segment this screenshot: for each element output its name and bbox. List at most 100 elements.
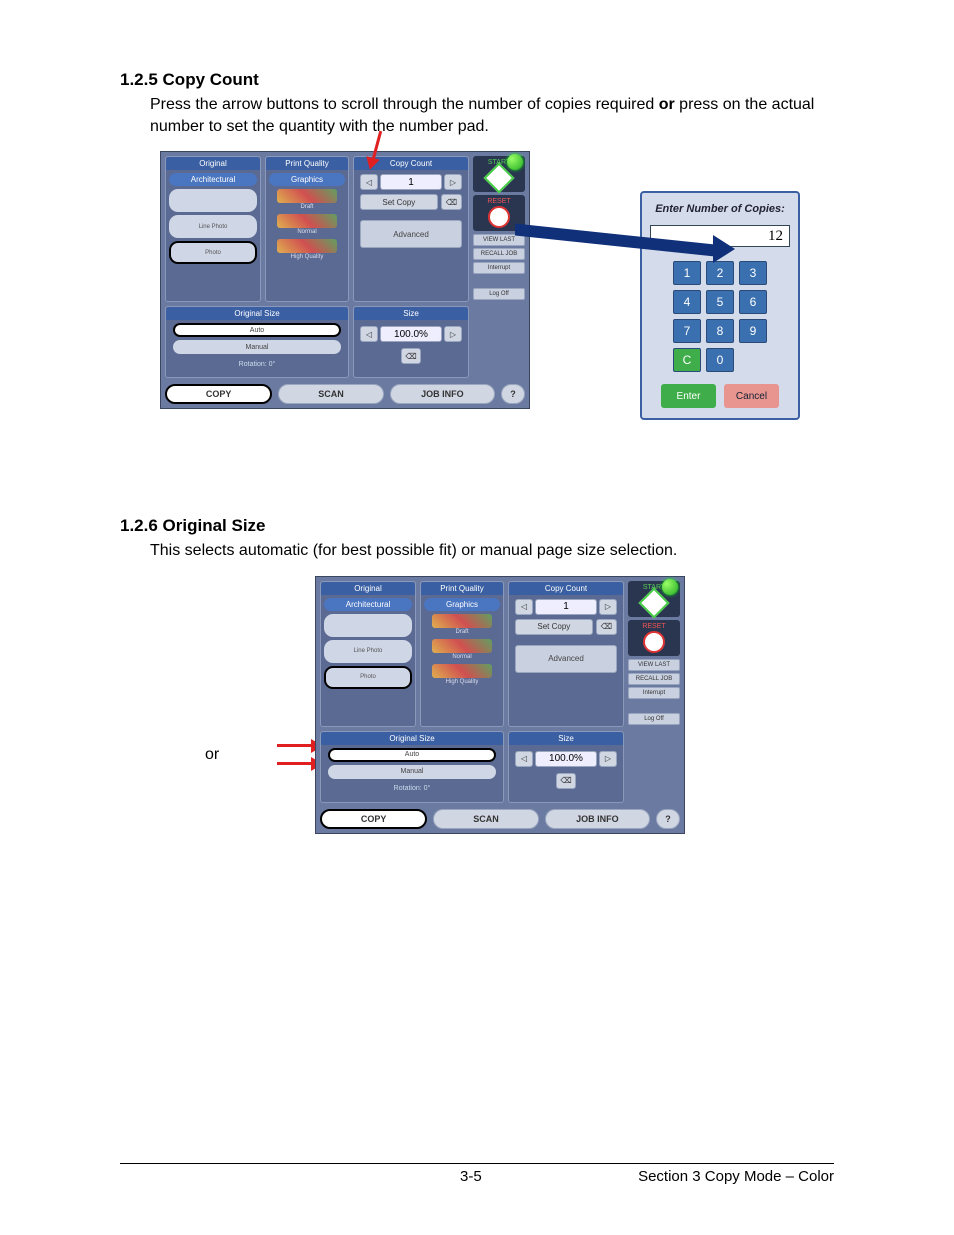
panel2-set-copy-clear[interactable]: ⌫ (596, 619, 617, 635)
original-thumb-3[interactable]: Photo (169, 241, 257, 264)
body-copy-count-pre: Press the arrow buttons to scroll throug… (150, 96, 659, 113)
size-decrement-button[interactable]: ◁ (360, 326, 378, 342)
panel2-view-last[interactable]: VIEW LAST (628, 659, 680, 671)
quality-normal[interactable]: Normal (269, 214, 345, 236)
tab-job-info[interactable]: JOB INFO (390, 384, 495, 404)
panel2-set-copy[interactable]: Set Copy (515, 619, 593, 635)
original-header: Original (166, 157, 260, 170)
body-copy-count-bold: or (659, 96, 675, 113)
panel2-size-dec[interactable]: ◁ (515, 751, 533, 767)
tab-copy[interactable]: COPY (165, 384, 272, 404)
panel2-osize-rotation: Rotation: 0° (328, 782, 496, 796)
set-copy-clear-button[interactable]: ⌫ (441, 194, 462, 210)
panel-original-size: Original Size Auto Manual Rotation: 0° (165, 306, 349, 378)
body-original-size: This selects automatic (for best possibl… (150, 540, 834, 562)
panel2-size: Size ◁ 100.0% ▷ ⌫ (508, 731, 624, 803)
panel2-size-value[interactable]: 100.0% (535, 751, 597, 767)
panel2-count-inc[interactable]: ▷ (599, 599, 617, 615)
panel2-reset-button[interactable]: RESET (628, 620, 680, 656)
numpad-key-0[interactable]: 0 (706, 348, 734, 372)
count-decrement-button[interactable]: ◁ (360, 174, 378, 190)
interrupt-button[interactable]: Interrupt (473, 262, 525, 274)
panel2-orig-thumb-1[interactable] (324, 614, 412, 637)
panel2-orig-thumb-2[interactable]: Line Photo (324, 640, 412, 663)
touchpanel-2: Original Architectural Line Photo Photo … (315, 576, 685, 834)
osize-header: Original Size (166, 307, 348, 320)
numpad-key-2[interactable]: 2 (706, 261, 734, 285)
panel2-osize-auto[interactable]: Auto (328, 748, 496, 762)
advanced-button[interactable]: Advanced (360, 220, 462, 248)
numpad-key-clear[interactable]: C (673, 348, 701, 372)
panel2-size-clear[interactable]: ⌫ (556, 773, 576, 789)
size-clear-button[interactable]: ⌫ (401, 348, 421, 364)
original-subtab[interactable]: Architectural (169, 173, 257, 186)
numpad-display[interactable]: 12 (650, 225, 790, 247)
body-copy-count: Press the arrow buttons to scroll throug… (150, 94, 834, 137)
quality-header: Print Quality (266, 157, 348, 170)
numpad-title: Enter Number of Copies: (650, 203, 790, 215)
footer-page: 3-5 (460, 1168, 482, 1185)
panel2-help[interactable]: ? (656, 809, 680, 829)
count-value[interactable]: 1 (380, 174, 442, 190)
numpad-key-1[interactable]: 1 (673, 261, 701, 285)
osize-rotation-label: Rotation: 0° (173, 357, 341, 371)
panel2-count-value[interactable]: 1 (535, 599, 597, 615)
panel2-orig-thumb-3[interactable]: Photo (324, 666, 412, 689)
numpad-enter-button[interactable]: Enter (661, 384, 716, 408)
help-button[interactable]: ? (501, 384, 525, 404)
tab-scan[interactable]: SCAN (278, 384, 383, 404)
osize-manual-button[interactable]: Manual (173, 340, 341, 354)
set-copy-button[interactable]: Set Copy (360, 194, 438, 210)
numpad-key-5[interactable]: 5 (706, 290, 734, 314)
touchpanel-1: Original Architectural Line Photo Photo … (160, 151, 530, 409)
panel2-copy-count: Copy Count ◁ 1 ▷ Set Copy ⌫ Advanced (508, 581, 624, 727)
numpad-key-4[interactable]: 4 (673, 290, 701, 314)
status-orb-icon-2 (662, 579, 678, 595)
recall-job-button[interactable]: RECALL JOB (473, 248, 525, 260)
size-value[interactable]: 100.0% (380, 326, 442, 342)
view-last-button[interactable]: VIEW LAST (473, 234, 525, 246)
count-increment-button[interactable]: ▷ (444, 174, 462, 190)
panel-size: Size ◁ 100.0% ▷ ⌫ (353, 306, 469, 378)
original-thumb-1[interactable] (169, 189, 257, 212)
panel2-interrupt[interactable]: Interrupt (628, 687, 680, 699)
log-off-button[interactable]: Log Off (473, 288, 525, 300)
or-label: or (205, 746, 219, 764)
quality-high[interactable]: High Quality (269, 239, 345, 261)
panel2-quality-subtab[interactable]: Graphics (424, 598, 500, 611)
size-increment-button[interactable]: ▷ (444, 326, 462, 342)
numpad-key-9[interactable]: 9 (739, 319, 767, 343)
panel-side: START RESET VIEW LAST RECALL JOB Interru… (473, 156, 525, 302)
panel2-original-subtab[interactable]: Architectural (324, 598, 412, 611)
heading-copy-count: 1.2.5 Copy Count (120, 70, 834, 90)
reset-icon (643, 631, 665, 653)
panel2-original-size: Original Size Auto Manual Rotation: 0° (320, 731, 504, 803)
panel2-original: Original Architectural Line Photo Photo (320, 581, 416, 727)
numpad-cancel-button[interactable]: Cancel (724, 384, 779, 408)
panel2-size-inc[interactable]: ▷ (599, 751, 617, 767)
quality-subtab[interactable]: Graphics (269, 173, 345, 186)
panel2-count-dec[interactable]: ◁ (515, 599, 533, 615)
panel2-tab-job-info[interactable]: JOB INFO (545, 809, 650, 829)
panel2-advanced[interactable]: Advanced (515, 645, 617, 673)
reset-button[interactable]: RESET (473, 195, 525, 231)
panel2-side: START RESET VIEW LAST RECALL JOB Interru… (628, 581, 680, 727)
numpad-key-7[interactable]: 7 (673, 319, 701, 343)
reset-icon (488, 206, 510, 228)
osize-auto-button[interactable]: Auto (173, 323, 341, 337)
panel-copy-count: Copy Count ◁ 1 ▷ Set Copy ⌫ Advanced (353, 156, 469, 302)
panel2-recall-job[interactable]: RECALL JOB (628, 673, 680, 685)
panel2-tab-scan[interactable]: SCAN (433, 809, 538, 829)
panel2-osize-manual[interactable]: Manual (328, 765, 496, 779)
panel2-quality-draft[interactable]: Draft (424, 614, 500, 636)
panel2-tab-copy[interactable]: COPY (320, 809, 427, 829)
numpad-key-6[interactable]: 6 (739, 290, 767, 314)
numpad-key-8[interactable]: 8 (706, 319, 734, 343)
quality-draft[interactable]: Draft (269, 189, 345, 211)
panel2-quality-normal[interactable]: Normal (424, 639, 500, 661)
panel2-quality-high[interactable]: High Quality (424, 664, 500, 686)
numpad-key-3[interactable]: 3 (739, 261, 767, 285)
original-thumb-2[interactable]: Line Photo (169, 215, 257, 238)
panel2-log-off[interactable]: Log Off (628, 713, 680, 725)
panel-quality: Print Quality Graphics Draft Normal High… (265, 156, 349, 302)
